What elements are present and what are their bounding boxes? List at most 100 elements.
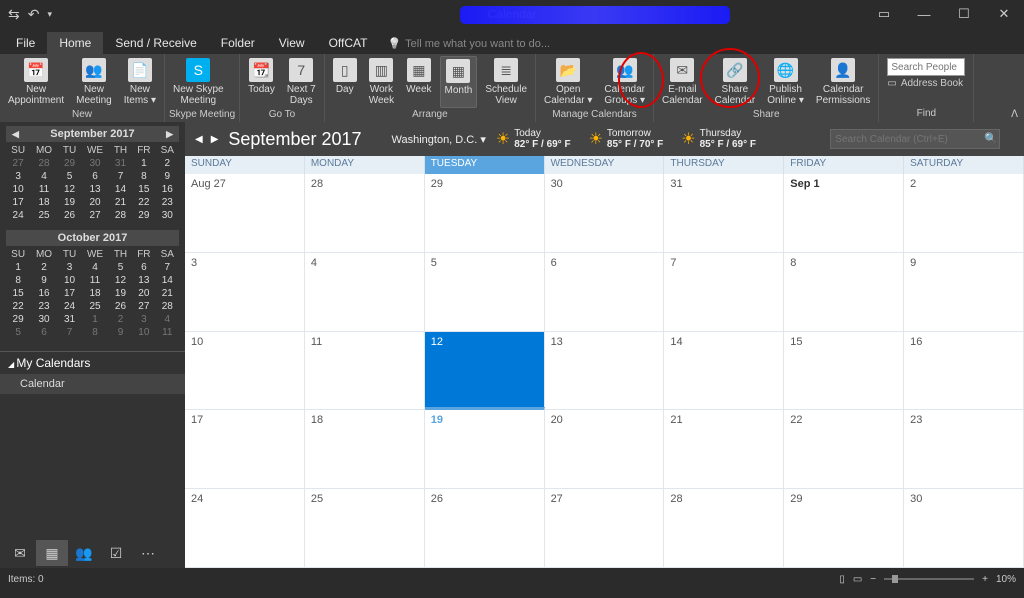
nav-calendar-icon[interactable]: ▦ xyxy=(36,540,68,566)
new-meeting-button[interactable]: 👥NewMeeting xyxy=(72,56,116,108)
calendar-cell[interactable]: Sep 1 xyxy=(784,174,904,253)
nav-more-icon[interactable]: ⋯ xyxy=(132,540,164,566)
minical-day[interactable]: 7 xyxy=(109,170,132,183)
tab-home[interactable]: Home xyxy=(47,32,103,54)
minical-day[interactable]: 31 xyxy=(109,157,132,170)
minical-day[interactable]: 9 xyxy=(156,170,179,183)
minical-day[interactable]: 27 xyxy=(81,209,109,222)
minical-next-icon[interactable]: ▶ xyxy=(166,129,173,140)
today-button[interactable]: 📆Today xyxy=(244,56,279,108)
minical-day[interactable]: 3 xyxy=(58,261,81,274)
minical-day[interactable]: 27 xyxy=(6,157,30,170)
calendar-cell[interactable]: 14 xyxy=(664,332,784,411)
view-reading-icon[interactable]: ▭ xyxy=(853,574,862,585)
calendar-cell[interactable]: 30 xyxy=(904,489,1024,568)
cal-next-icon[interactable]: ▶ xyxy=(211,134,219,145)
minical-day[interactable]: 22 xyxy=(6,300,30,313)
calendar-cell[interactable]: 28 xyxy=(305,174,425,253)
calendar-cell[interactable]: 4 xyxy=(305,253,425,332)
minical-day[interactable]: 25 xyxy=(81,300,109,313)
qat-customize-icon[interactable]: ▾ xyxy=(47,9,52,20)
minical-day[interactable]: 14 xyxy=(156,274,179,287)
minical-day[interactable]: 14 xyxy=(109,183,132,196)
tab-file[interactable]: File xyxy=(4,32,47,54)
email-calendar-button[interactable]: ✉E-mailCalendar xyxy=(658,56,707,108)
calendar-cell[interactable]: 5 xyxy=(425,253,545,332)
minical-day[interactable]: 23 xyxy=(156,196,179,209)
calendar-cell[interactable]: 21 xyxy=(664,410,784,489)
zoom-slider[interactable] xyxy=(884,578,974,580)
minical-prev-icon[interactable]: ◀ xyxy=(12,129,19,140)
minical-day[interactable]: 5 xyxy=(6,326,30,339)
minical-day[interactable]: 6 xyxy=(30,326,58,339)
calendar-cell[interactable]: 12 xyxy=(425,332,545,411)
minical-day[interactable]: 24 xyxy=(58,300,81,313)
minical-day[interactable]: 28 xyxy=(156,300,179,313)
tab-view[interactable]: View xyxy=(267,32,317,54)
tab-offcat[interactable]: OffCAT xyxy=(317,32,380,54)
minical-day[interactable]: 5 xyxy=(109,261,132,274)
calendar-cell[interactable]: Aug 27 xyxy=(185,174,305,253)
calendar-cell[interactable]: 22 xyxy=(784,410,904,489)
minical-day[interactable]: 28 xyxy=(109,209,132,222)
minical-day[interactable]: 6 xyxy=(81,170,109,183)
minical-day[interactable]: 9 xyxy=(109,326,132,339)
minical-day[interactable]: 16 xyxy=(156,183,179,196)
minical-day[interactable]: 19 xyxy=(109,287,132,300)
maximize-icon[interactable]: ☐ xyxy=(944,0,984,28)
calendar-cell[interactable]: 28 xyxy=(664,489,784,568)
calendar-cell[interactable]: 16 xyxy=(904,332,1024,411)
minical-day[interactable]: 4 xyxy=(156,313,179,326)
minical-day[interactable]: 17 xyxy=(58,287,81,300)
minical-day[interactable]: 26 xyxy=(109,300,132,313)
minical-day[interactable]: 6 xyxy=(132,261,155,274)
minical-day[interactable]: 29 xyxy=(58,157,81,170)
minical-day[interactable]: 22 xyxy=(132,196,155,209)
close-icon[interactable]: ✕ xyxy=(984,0,1024,28)
open-calendar-button[interactable]: 📂OpenCalendar ▾ xyxy=(540,56,596,108)
minical-day[interactable]: 1 xyxy=(132,157,155,170)
day-view-button[interactable]: ▯Day xyxy=(329,56,361,108)
minical-day[interactable]: 8 xyxy=(132,170,155,183)
calendar-cell[interactable]: 11 xyxy=(305,332,425,411)
tell-me-search[interactable]: Tell me what you want to do... xyxy=(379,33,558,54)
minical-day[interactable]: 8 xyxy=(81,326,109,339)
share-calendar-button[interactable]: 🔗ShareCalendar xyxy=(711,56,760,108)
minical-day[interactable]: 10 xyxy=(132,326,155,339)
minical-day[interactable]: 5 xyxy=(58,170,81,183)
minical-day[interactable]: 15 xyxy=(132,183,155,196)
calendar-cell[interactable]: 29 xyxy=(784,489,904,568)
minical-day[interactable]: 2 xyxy=(156,157,179,170)
minical-day[interactable]: 7 xyxy=(58,326,81,339)
collapse-ribbon-icon[interactable]: ᐱ xyxy=(1011,109,1018,120)
minical-day[interactable]: 17 xyxy=(6,196,30,209)
calendar-cell[interactable]: 27 xyxy=(545,489,665,568)
schedule-view-button[interactable]: ≣ScheduleView xyxy=(481,56,531,108)
search-icon[interactable]: 🔍 xyxy=(984,133,998,145)
minical-day[interactable]: 26 xyxy=(58,209,81,222)
calendar-cell[interactable]: 8 xyxy=(784,253,904,332)
minical-day[interactable]: 4 xyxy=(81,261,109,274)
minical-day[interactable]: 11 xyxy=(156,326,179,339)
calendar-cell[interactable]: 30 xyxy=(545,174,665,253)
calendar-item[interactable]: Calendar xyxy=(0,374,185,394)
minical-day[interactable]: 30 xyxy=(156,209,179,222)
my-calendars-header[interactable]: My Calendars xyxy=(0,352,185,374)
address-book-button[interactable]: Address Book xyxy=(887,78,965,89)
location-selector[interactable]: Washington, D.C. ▾ xyxy=(392,133,486,146)
calendar-cell[interactable]: 15 xyxy=(784,332,904,411)
minical-day[interactable]: 21 xyxy=(109,196,132,209)
minical-day[interactable]: 8 xyxy=(6,274,30,287)
minical-day[interactable]: 3 xyxy=(6,170,30,183)
new-items-button[interactable]: 📄NewItems ▾ xyxy=(120,56,160,108)
calendar-cell[interactable]: 9 xyxy=(904,253,1024,332)
calendar-cell[interactable]: 7 xyxy=(664,253,784,332)
calendar-cell[interactable]: 19 xyxy=(425,407,545,489)
minical-day[interactable]: 2 xyxy=(109,313,132,326)
minical-day[interactable]: 25 xyxy=(30,209,58,222)
calendar-cell[interactable]: 25 xyxy=(305,489,425,568)
calendar-cell[interactable]: 31 xyxy=(664,174,784,253)
tab-folder[interactable]: Folder xyxy=(209,32,267,54)
minical-day[interactable]: 24 xyxy=(6,209,30,222)
minical-day[interactable]: 23 xyxy=(30,300,58,313)
